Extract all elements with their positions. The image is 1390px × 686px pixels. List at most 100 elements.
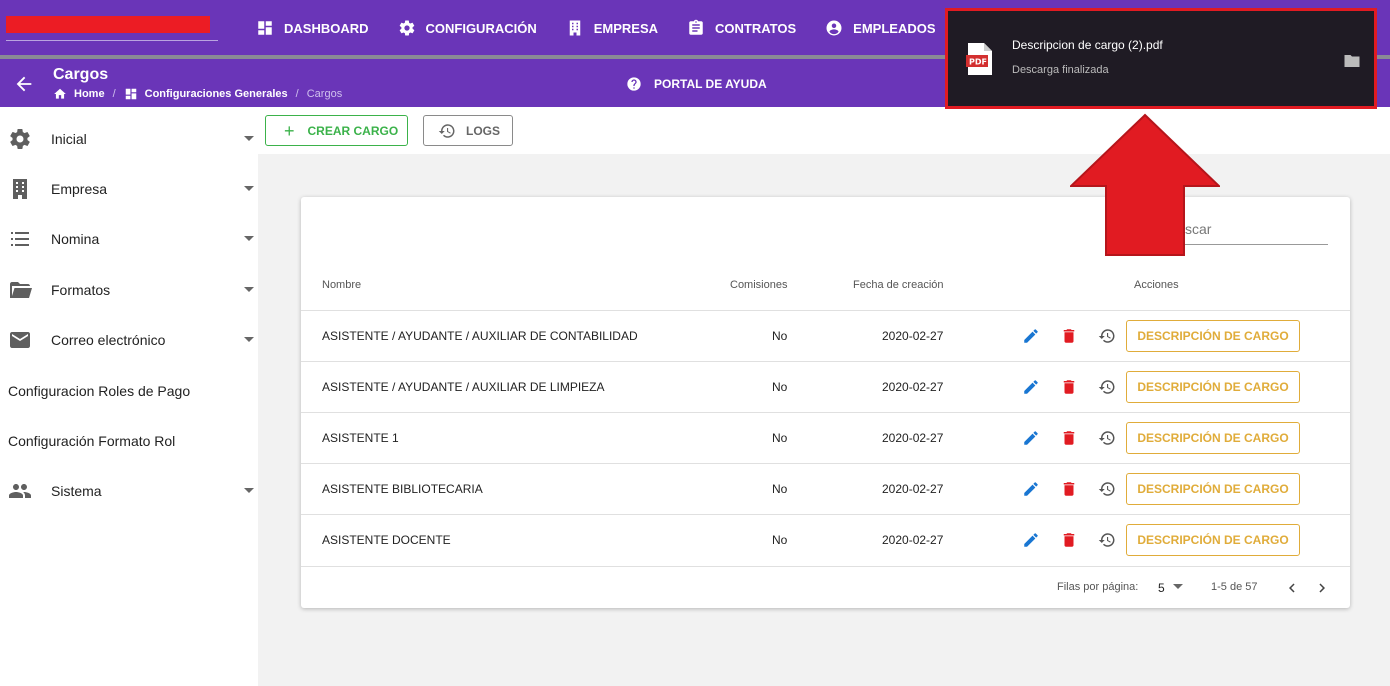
delete-button[interactable] (1060, 531, 1078, 549)
nav-empresa[interactable]: EMPRESA (566, 0, 658, 56)
trash-icon (1063, 329, 1075, 343)
nav-dashboard[interactable]: DASHBOARD (256, 0, 369, 56)
sidebar-item-label: Configuracion Roles de Pago (8, 383, 191, 399)
sidebar: Inicial Empresa Nomina Formatos Correo e… (0, 107, 258, 686)
sidebar-item-config-formato-rol[interactable]: Configuración Formato Rol (0, 416, 258, 466)
home-icon (54, 88, 66, 99)
brand-underline (6, 40, 218, 41)
rows-per-page-label: Filas por página: (1057, 581, 1139, 593)
delete-button[interactable] (1060, 378, 1078, 396)
next-page-button[interactable] (1313, 579, 1331, 597)
cell-comisiones: No (772, 380, 788, 394)
plus-icon: + (284, 120, 295, 141)
breadcrumb-configuraciones[interactable]: Configuraciones Generales (145, 88, 288, 100)
sidebar-item-label: Nomina (51, 231, 100, 247)
sidebar-item-correo[interactable]: Correo electrónico (0, 315, 258, 365)
breadcrumb-home[interactable]: Home (74, 88, 105, 100)
pencil-icon (1024, 431, 1038, 445)
trash-icon (1063, 431, 1075, 445)
clipboard-icon (689, 19, 703, 35)
breadcrumb-separator: / (112, 88, 116, 100)
chevron-down-icon (244, 488, 254, 493)
history-icon (1098, 533, 1115, 547)
sidebar-item-sistema[interactable]: Sistema (0, 466, 258, 516)
previous-page-button[interactable] (1283, 579, 1301, 597)
sidebar-item-label: Correo electrónico (51, 332, 166, 348)
history-icon (1098, 482, 1115, 496)
cell-comisiones: No (772, 431, 788, 445)
cell-nombre: ASISTENTE / AYUDANTE / AUXILIAR DE CONTA… (322, 329, 638, 343)
show-in-folder-button[interactable] (1343, 53, 1361, 69)
download-notification[interactable]: PDF Descripcion de cargo (2).pdf Descarg… (945, 8, 1377, 109)
history-icon (1098, 329, 1115, 343)
column-header-fecha[interactable]: Fecha de creación (853, 279, 944, 291)
edit-button[interactable] (1022, 531, 1040, 549)
main-nav: DASHBOARD CONFIGURACIÓN EMPRESA CONTRATO… (256, 0, 1022, 56)
sidebar-item-label: Sistema (51, 483, 102, 499)
nav-contratos[interactable]: CONTRATOS (687, 0, 796, 56)
chevron-down-icon[interactable] (1173, 584, 1183, 589)
nav-contratos-label: CONTRATOS (715, 20, 797, 36)
cell-nombre: ASISTENTE BIBLIOTECARIA (322, 482, 483, 496)
sidebar-item-nomina[interactable]: Nomina (0, 214, 258, 264)
edit-button[interactable] (1022, 327, 1040, 345)
sidebar-item-empresa[interactable]: Empresa (0, 164, 258, 214)
list-icon (8, 227, 32, 251)
sidebar-item-inicial[interactable]: Inicial (0, 114, 258, 164)
brand-logo-redacted[interactable] (6, 16, 210, 33)
delete-button[interactable] (1060, 429, 1078, 447)
descripcion-cargo-button[interactable]: DESCRIPCIÓN DE CARGO (1126, 524, 1300, 556)
cell-fecha: 2020-02-27 (882, 380, 944, 394)
column-header-comisiones[interactable]: Comisiones (730, 279, 787, 291)
page-title: Cargos (53, 66, 109, 83)
history-button[interactable] (1098, 429, 1116, 447)
nav-empleados[interactable]: EMPLEADOS (825, 0, 936, 56)
folder-icon (1344, 55, 1360, 67)
history-button[interactable] (1098, 327, 1116, 345)
history-icon (438, 123, 455, 138)
back-button[interactable] (13, 73, 35, 95)
edit-button[interactable] (1022, 429, 1040, 447)
history-button[interactable] (1098, 480, 1116, 498)
nav-configuracion[interactable]: CONFIGURACIÓN (398, 0, 537, 56)
logs-button[interactable]: LOGS (423, 115, 513, 146)
column-header-nombre[interactable]: Nombre (322, 279, 361, 291)
breadcrumb-current: Cargos (306, 88, 343, 100)
edit-button[interactable] (1022, 480, 1040, 498)
column-header-acciones: Acciones (1134, 279, 1179, 291)
descripcion-cargo-button[interactable]: DESCRIPCIÓN DE CARGO (1126, 371, 1300, 403)
folder-open-icon (8, 278, 32, 302)
rows-per-page-select[interactable]: 5 (1158, 581, 1165, 595)
sidebar-item-config-roles[interactable]: Configuracion Roles de Pago (0, 366, 258, 416)
create-cargo-button[interactable]: + CREAR CARGO (265, 115, 408, 146)
history-icon (1098, 431, 1115, 445)
sidebar-item-formatos[interactable]: Formatos (0, 265, 258, 315)
descripcion-cargo-button[interactable]: DESCRIPCIÓN DE CARGO (1126, 473, 1300, 505)
nav-empleados-label: EMPLEADOS (853, 20, 936, 36)
arrow-left-icon (16, 76, 32, 92)
sidebar-item-label: Formatos (51, 282, 111, 298)
building-icon (569, 20, 580, 36)
descripcion-cargo-button[interactable]: DESCRIPCIÓN DE CARGO (1126, 320, 1300, 352)
annotation-arrow-up (1070, 113, 1220, 256)
pencil-icon (1024, 380, 1038, 394)
trash-icon (1063, 380, 1075, 394)
pdf-file-icon: PDF (966, 43, 992, 75)
cell-fecha: 2020-02-27 (882, 482, 944, 496)
history-button[interactable] (1098, 531, 1116, 549)
help-portal-link[interactable]: PORTAL DE AYUDA (626, 76, 767, 92)
cell-fecha: 2020-02-27 (882, 431, 944, 445)
logs-label: LOGS (466, 123, 501, 138)
cell-nombre: ASISTENTE DOCENTE (322, 533, 451, 547)
mail-icon (8, 328, 32, 352)
delete-button[interactable] (1060, 480, 1078, 498)
delete-button[interactable] (1060, 327, 1078, 345)
nav-dashboard-label: DASHBOARD (284, 20, 369, 36)
edit-button[interactable] (1022, 378, 1040, 396)
descripcion-cargo-button[interactable]: DESCRIPCIÓN DE CARGO (1126, 422, 1300, 454)
download-file-name[interactable]: Descripcion de cargo (2).pdf (1012, 38, 1163, 52)
cell-fecha: 2020-02-27 (882, 533, 944, 547)
history-icon (1098, 380, 1115, 394)
history-button[interactable] (1098, 378, 1116, 396)
chevron-down-icon (244, 287, 254, 292)
